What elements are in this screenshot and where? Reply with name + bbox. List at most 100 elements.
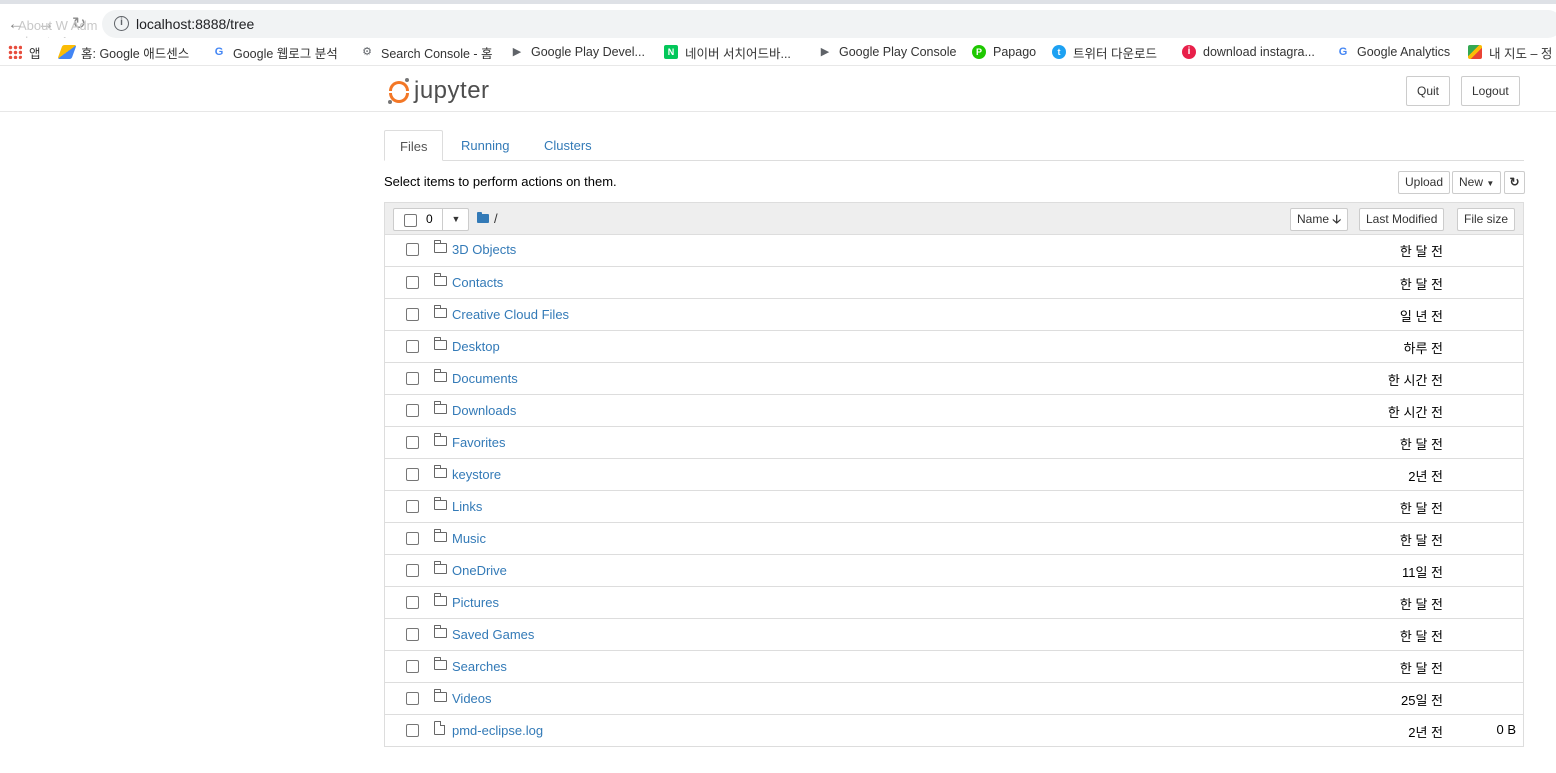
quit-button[interactable]: Quit: [1406, 76, 1451, 106]
list-item[interactable]: Favorites 한 달 전: [385, 426, 1523, 458]
jupyter-logo[interactable]: jupyter: [388, 76, 490, 106]
bookmark-twitter-download[interactable]: t 트위터 다운로드: [1052, 43, 1157, 61]
folder-icon: [434, 401, 447, 414]
list-item[interactable]: 3D Objects 한 달 전: [385, 234, 1523, 266]
new-label: New: [1459, 175, 1484, 189]
breadcrumb-root: /: [494, 211, 498, 226]
bookmark-play-console[interactable]: ▶ Google Play Console: [818, 43, 957, 61]
list-item[interactable]: Contacts 한 달 전: [385, 266, 1523, 298]
info-icon[interactable]: i: [114, 16, 129, 31]
item-modified: 한 달 전: [1399, 661, 1443, 676]
tab-clusters[interactable]: Clusters: [529, 130, 607, 161]
folder-icon: [434, 529, 447, 542]
jupyter-header: jupyter Quit Logout: [0, 70, 1556, 112]
bookmark-my-maps[interactable]: 내 지도 – 정: [1468, 43, 1552, 61]
item-checkbox[interactable]: [406, 692, 419, 705]
item-name-link[interactable]: Links: [452, 499, 482, 514]
url-text: localhost:8888/tree: [136, 16, 255, 32]
folder-icon: [434, 657, 447, 670]
item-name-link[interactable]: Favorites: [452, 435, 505, 450]
item-checkbox[interactable]: [406, 564, 419, 577]
list-item[interactable]: Documents 한 시간 전: [385, 362, 1523, 394]
list-item[interactable]: Music 한 달 전: [385, 522, 1523, 554]
item-name-link[interactable]: Videos: [452, 691, 492, 706]
google-play-icon: ▶: [820, 46, 830, 58]
item-name-link[interactable]: OneDrive: [452, 563, 507, 578]
item-name-link[interactable]: Pictures: [452, 595, 499, 610]
list-item[interactable]: Creative Cloud Files 일 년 전: [385, 298, 1523, 330]
item-name-link[interactable]: Saved Games: [452, 627, 534, 642]
bookmark-download-instagram[interactable]: i download instagra...: [1182, 43, 1315, 61]
bookmark-naver[interactable]: N 네이버 서치어드바...: [664, 43, 791, 61]
item-checkbox[interactable]: [406, 404, 419, 417]
bookmark-papago[interactable]: P Papago: [972, 43, 1036, 61]
item-checkbox[interactable]: [406, 500, 419, 513]
item-name-link[interactable]: Creative Cloud Files: [452, 307, 569, 322]
item-checkbox[interactable]: [406, 660, 419, 673]
refresh-icon[interactable]: ↻: [1504, 171, 1525, 194]
select-all-checkbox[interactable]: [404, 214, 417, 227]
item-name-link[interactable]: keystore: [452, 467, 501, 482]
bookmark-apps[interactable]: 앱: [8, 43, 41, 61]
google-play-icon: ▶: [512, 46, 522, 58]
url-field[interactable]: i localhost:8888/tree: [102, 10, 1556, 38]
item-name-link[interactable]: Searches: [452, 659, 507, 674]
sort-name-label: Name: [1297, 212, 1330, 226]
logout-button[interactable]: Logout: [1461, 76, 1520, 106]
list-item[interactable]: keystore 2년 전: [385, 458, 1523, 490]
item-checkbox[interactable]: [406, 340, 419, 353]
item-name-link[interactable]: Downloads: [452, 403, 516, 418]
main-tabs: Files Running Clusters: [384, 130, 1524, 161]
new-dropdown-button[interactable]: New ▼: [1452, 171, 1502, 194]
list-item[interactable]: OneDrive 11일 전: [385, 554, 1523, 586]
sort-file-size-button[interactable]: File size: [1457, 208, 1516, 231]
tab-files[interactable]: Files: [384, 130, 444, 161]
item-checkbox[interactable]: [406, 468, 419, 481]
item-checkbox[interactable]: [406, 308, 419, 321]
sort-name-button[interactable]: Name 🡣: [1290, 208, 1348, 231]
bookmark-search-console[interactable]: ⚙ Search Console - 홈: [360, 43, 493, 61]
item-checkbox[interactable]: [406, 596, 419, 609]
list-item[interactable]: pmd-eclipse.log 2년 전 0 B: [385, 714, 1523, 746]
tab-running[interactable]: Running: [446, 130, 524, 161]
item-name-link[interactable]: 3D Objects: [452, 242, 516, 257]
bookmark-google-analytics-ko[interactable]: G Google 웹로그 분석: [212, 43, 338, 61]
item-checkbox[interactable]: [406, 724, 419, 737]
list-item[interactable]: Desktop 하루 전: [385, 330, 1523, 362]
select-menu-caret-icon[interactable]: ▼: [442, 209, 469, 230]
item-checkbox[interactable]: [406, 628, 419, 641]
item-name-link[interactable]: pmd-eclipse.log: [452, 723, 543, 738]
bookmark-google-analytics[interactable]: G Google Analytics: [1336, 43, 1450, 61]
sort-last-modified-button[interactable]: Last Modified: [1359, 208, 1445, 231]
item-checkbox[interactable]: [406, 372, 419, 385]
info-red-icon: i: [1182, 45, 1196, 59]
item-modified: 한 시간 전: [1387, 405, 1443, 420]
item-checkbox[interactable]: [406, 532, 419, 545]
item-checkbox[interactable]: [406, 436, 419, 449]
breadcrumb[interactable]: /: [477, 211, 498, 226]
select-all-control[interactable]: 0 ▼: [393, 208, 469, 231]
list-item[interactable]: Links 한 달 전: [385, 490, 1523, 522]
papago-icon: P: [972, 45, 986, 59]
item-name-link[interactable]: Desktop: [452, 339, 500, 354]
list-item[interactable]: Searches 한 달 전: [385, 650, 1523, 682]
jupyter-logo-icon: [388, 78, 410, 104]
list-item[interactable]: Downloads 한 시간 전: [385, 394, 1523, 426]
upload-button[interactable]: Upload: [1398, 171, 1451, 194]
item-modified: 2년 전: [1408, 725, 1443, 740]
bookmark-play-devel[interactable]: ▶ Google Play Devel...: [510, 43, 645, 61]
item-checkbox[interactable]: [406, 243, 419, 256]
ghost-tab-title: About W Adm: [18, 18, 98, 33]
list-item[interactable]: Pictures 한 달 전: [385, 586, 1523, 618]
item-modified: 2년 전: [1408, 469, 1443, 484]
item-modified: 한 달 전: [1399, 501, 1443, 516]
bookmark-adsense[interactable]: 홈: Google 애드센스: [57, 43, 189, 61]
item-name-link[interactable]: Music: [452, 531, 486, 546]
list-item[interactable]: Saved Games 한 달 전: [385, 618, 1523, 650]
maps-icon: [1468, 45, 1482, 59]
list-item[interactable]: Videos 25일 전: [385, 682, 1523, 714]
bookmark-label: 앱: [29, 46, 41, 61]
item-name-link[interactable]: Contacts: [452, 275, 503, 290]
item-checkbox[interactable]: [406, 276, 419, 289]
item-name-link[interactable]: Documents: [452, 371, 518, 386]
